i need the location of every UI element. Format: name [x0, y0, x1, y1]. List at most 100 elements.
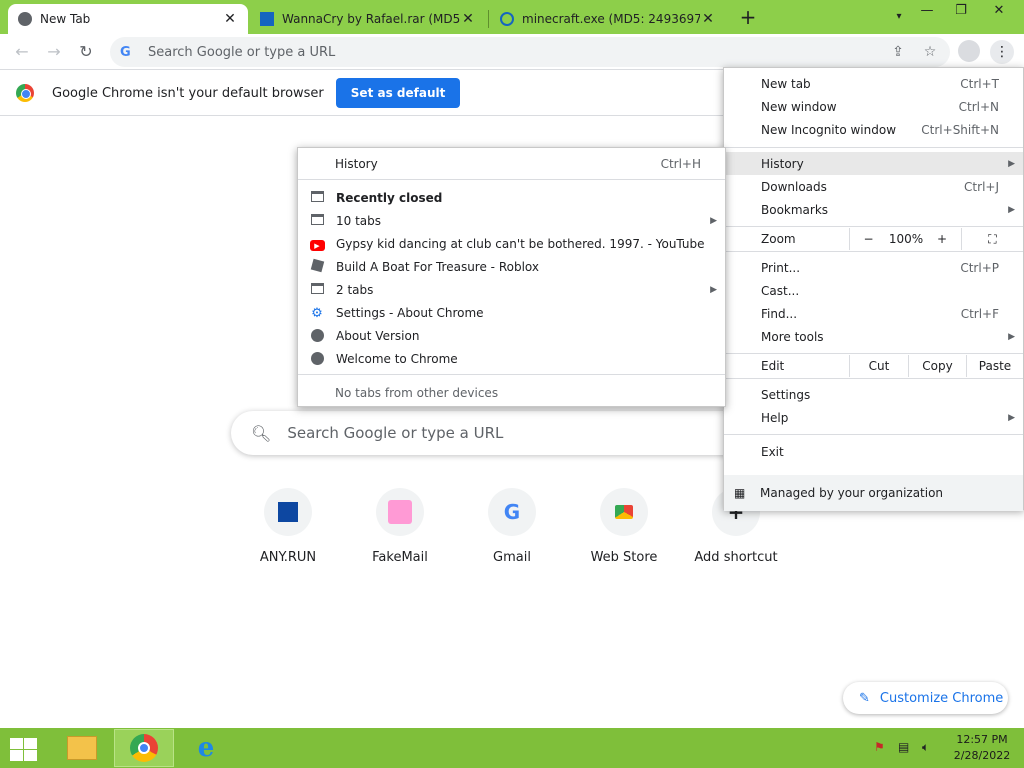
menu-separator	[724, 147, 1023, 148]
history-item-history[interactable]: History Ctrl+H	[298, 152, 725, 175]
zoom-in-button[interactable]: +	[925, 228, 959, 250]
share-icon[interactable]: ⇪	[886, 40, 910, 64]
shortcut-anyrun[interactable]: ANY.RUN	[238, 488, 338, 565]
anyrun-icon	[500, 12, 514, 26]
shortcut-label: ANY.RUN	[259, 550, 317, 565]
menu-edit-row: Edit Cut Copy Paste	[724, 355, 1023, 377]
menu-item-print[interactable]: Print... Ctrl+P	[724, 256, 1023, 279]
bookmark-star-icon[interactable]: ☆	[918, 40, 942, 64]
network-icon[interactable]: ▤	[898, 740, 909, 754]
shortcut-fakemail[interactable]: FakeMail	[350, 488, 450, 565]
shortcut-label: Web Store	[590, 550, 658, 565]
history-item-2-tabs[interactable]: 2 tabs ▶	[298, 278, 725, 301]
action-center-flag-icon[interactable]: ⚑	[874, 740, 885, 754]
history-item-10-tabs[interactable]: 10 tabs ▶	[298, 209, 725, 232]
tab-strip: New Tab ✕ WannaCry by Rafael.rar (MD5: E…	[0, 0, 1024, 34]
close-icon[interactable]: ✕	[460, 11, 476, 27]
shortcut-label: Gmail	[493, 550, 531, 565]
address-bar[interactable]: G Search Google or type a URL	[110, 37, 950, 67]
menu-label: Build A Boat For Treasure - Roblox	[336, 259, 539, 274]
close-icon[interactable]: ✕	[222, 11, 238, 27]
roblox-icon	[308, 258, 326, 274]
submenu-arrow-icon: ▶	[1008, 158, 1015, 169]
menu-zoom-row: Zoom − 100% + ⛶	[724, 228, 1023, 250]
restore-icon[interactable]: ❐	[944, 0, 978, 22]
minimize-icon[interactable]: —	[910, 0, 944, 22]
tab-wannacry[interactable]: WannaCry by Rafael.rar (MD5: EF ✕	[250, 4, 486, 34]
menu-item-new-window[interactable]: New window Ctrl+N	[724, 95, 1023, 118]
back-arrow-icon[interactable]: ←	[10, 40, 34, 64]
youtube-icon: ▶	[308, 237, 326, 251]
ntp-search-box[interactable]: 🔍︎ Search Google or type a URL	[231, 411, 791, 455]
taskbar-clock[interactable]: 12:57 PM 2/28/2022	[950, 732, 1014, 764]
menu-separator	[724, 226, 1023, 227]
zoom-out-button[interactable]: −	[849, 228, 887, 250]
set-as-default-button[interactable]: Set as default	[335, 78, 461, 108]
paste-button[interactable]: Paste	[966, 355, 1023, 377]
submenu-arrow-icon: ▶	[710, 215, 717, 226]
tab-title: New Tab	[40, 12, 91, 26]
menu-label: More tools	[761, 329, 824, 344]
volume-muted-icon[interactable]: 🔈︎	[922, 740, 929, 755]
menu-label: History	[761, 156, 804, 171]
tab-new-tab[interactable]: New Tab ✕	[8, 4, 248, 34]
tab-minecraft[interactable]: minecraft.exe (MD5: 2493697CE8 ✕	[490, 4, 726, 34]
gear-icon: ⚙	[311, 305, 323, 321]
pencil-icon: ✎	[859, 690, 870, 706]
close-window-icon[interactable]: ✕	[978, 0, 1020, 22]
menu-item-cast[interactable]: Cast...	[724, 279, 1023, 302]
google-g-icon: G	[120, 44, 131, 60]
history-item-youtube[interactable]: ▶ Gypsy kid dancing at club can't be bot…	[298, 232, 725, 255]
copy-button[interactable]: Copy	[908, 355, 966, 377]
windows-start-icon[interactable]	[8, 736, 38, 762]
globe-icon	[308, 351, 326, 366]
ntp-search-placeholder: Search Google or type a URL	[287, 424, 504, 442]
profile-avatar-icon[interactable]	[958, 40, 980, 62]
menu-item-help[interactable]: Help ▶	[724, 406, 1023, 429]
menu-item-new-tab[interactable]: New tab Ctrl+T	[724, 72, 1023, 95]
history-item-settings[interactable]: ⚙ Settings - About Chrome	[298, 301, 725, 324]
menu-item-exit[interactable]: Exit	[724, 440, 1023, 463]
tab-icon	[308, 282, 326, 297]
chrome-main-menu: New tab Ctrl+T New window Ctrl+N New Inc…	[723, 67, 1024, 511]
menu-shortcut: Ctrl+Shift+N	[921, 122, 999, 137]
no-tabs-other-devices: No tabs from other devices	[298, 381, 725, 404]
menu-item-settings[interactable]: Settings	[724, 383, 1023, 406]
menu-label: Help	[761, 410, 789, 425]
history-item-welcome[interactable]: Welcome to Chrome	[298, 347, 725, 370]
menu-label: Find...	[761, 306, 798, 321]
internet-explorer-icon[interactable]: e	[176, 729, 236, 767]
fullscreen-icon[interactable]: ⛶	[961, 228, 1023, 250]
menu-label: Bookmarks	[761, 202, 829, 217]
recently-closed-header: Recently closed	[298, 186, 725, 209]
menu-item-bookmarks[interactable]: Bookmarks ▶	[724, 198, 1023, 221]
menu-item-find[interactable]: Find... Ctrl+F	[724, 302, 1023, 325]
managed-label: Managed by your organization	[760, 486, 944, 500]
managed-by-org[interactable]: ▦ Managed by your organization	[724, 475, 1023, 511]
kebab-menu-icon[interactable]: ⋮	[990, 40, 1014, 64]
menu-shortcut: Ctrl+T	[960, 76, 999, 91]
history-item-roblox[interactable]: Build A Boat For Treasure - Roblox	[298, 255, 725, 278]
file-explorer-icon[interactable]	[52, 729, 112, 767]
reload-icon[interactable]: ↻	[74, 40, 98, 64]
shortcut-web-store[interactable]: Web Store	[574, 488, 674, 565]
menu-item-history[interactable]: History ▶	[724, 152, 1023, 175]
close-icon[interactable]: ✕	[700, 11, 716, 27]
menu-label: No tabs from other devices	[335, 385, 499, 400]
menu-item-more-tools[interactable]: More tools ▶	[724, 325, 1023, 348]
chrome-taskbar-icon[interactable]	[114, 729, 174, 767]
forward-arrow-icon[interactable]: →	[42, 40, 66, 64]
customize-chrome-button[interactable]: ✎ Customize Chrome	[843, 682, 1008, 714]
new-tab-plus-icon[interactable]: +	[738, 6, 758, 28]
menu-label: History	[335, 156, 378, 171]
menu-item-new-incognito[interactable]: New Incognito window Ctrl+Shift+N	[724, 118, 1023, 141]
menu-item-downloads[interactable]: Downloads Ctrl+J	[724, 175, 1023, 198]
shortcut-gmail[interactable]: G Gmail	[462, 488, 562, 565]
google-g-icon: G	[488, 488, 536, 536]
default-browser-infobar: Google Chrome isn't your default browser…	[0, 71, 724, 116]
shortcut-label: Add shortcut	[694, 550, 778, 565]
history-item-about-version[interactable]: About Version	[298, 324, 725, 347]
cut-button[interactable]: Cut	[849, 355, 908, 377]
zoom-level: 100%	[888, 232, 924, 246]
menu-shortcut: Ctrl+F	[960, 306, 999, 321]
